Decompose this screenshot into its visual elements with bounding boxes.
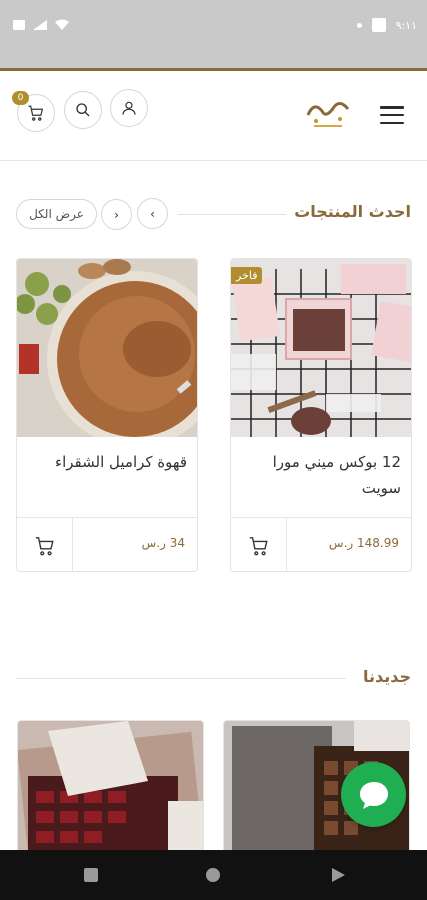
next-arrow-button[interactable]: › xyxy=(101,199,132,230)
add-to-cart-button[interactable] xyxy=(17,518,73,571)
status-bar: ٩:١١ xyxy=(0,0,427,68)
section-divider xyxy=(16,678,346,679)
search-icon xyxy=(76,103,90,117)
cart-icon xyxy=(249,536,268,555)
product-name[interactable]: 12 بوكس ميني مورا سويت xyxy=(241,449,401,501)
chat-button[interactable] xyxy=(341,762,406,827)
recent-apps-icon[interactable] xyxy=(83,867,99,883)
cart-icon xyxy=(35,536,54,555)
previous-arrow-button[interactable]: ‹ xyxy=(137,198,168,229)
wifi-icon xyxy=(55,19,69,30)
chat-bubble-icon xyxy=(359,781,388,809)
account-button[interactable] xyxy=(110,89,148,127)
chevron-left-icon: ‹ xyxy=(150,206,155,221)
product-footer: 34 ر.س xyxy=(17,517,197,571)
product-badge: فاخر xyxy=(231,267,263,284)
chevron-right-icon: › xyxy=(114,207,119,222)
cart-count-badge: 0 xyxy=(12,91,29,105)
menu-button[interactable] xyxy=(380,104,404,126)
product-image[interactable] xyxy=(231,259,411,437)
app-header: 0 xyxy=(0,71,427,161)
new-products-title: جديدنا xyxy=(362,667,411,686)
signal-icon xyxy=(33,20,47,30)
add-to-cart-button[interactable] xyxy=(231,518,287,571)
user-icon xyxy=(122,101,136,115)
battery-icon xyxy=(371,18,386,32)
search-button[interactable] xyxy=(64,91,102,129)
product-price: 148.99 ر.س xyxy=(328,536,399,550)
product-card[interactable]: قهوة كراميل الشقراء 34 ر.س xyxy=(16,258,198,572)
view-all-button[interactable]: عرض الكل xyxy=(16,199,97,229)
product-image[interactable] xyxy=(18,721,204,860)
menu-icon xyxy=(380,106,404,109)
status-time: ٩:١١ xyxy=(395,18,417,32)
section-divider xyxy=(178,214,286,215)
back-icon[interactable] xyxy=(330,867,346,883)
product-card[interactable]: فاخر 12 بوكس ميني مورا سويت 148.99 ر.س xyxy=(230,258,412,572)
product-image[interactable] xyxy=(17,259,197,437)
cart-icon xyxy=(28,105,44,121)
sim-card-icon xyxy=(13,20,25,30)
latest-products-title: احدث المنتجات xyxy=(294,202,411,221)
product-card[interactable] xyxy=(17,720,204,860)
product-footer: 148.99 ر.س xyxy=(231,517,411,571)
product-price: 34 ر.س xyxy=(141,536,185,550)
home-icon[interactable] xyxy=(205,867,221,883)
system-nav-bar xyxy=(0,850,427,900)
product-name[interactable]: قهوة كراميل الشقراء xyxy=(27,449,187,475)
notification-dot-icon xyxy=(356,22,362,28)
brand-logo[interactable] xyxy=(300,93,356,133)
